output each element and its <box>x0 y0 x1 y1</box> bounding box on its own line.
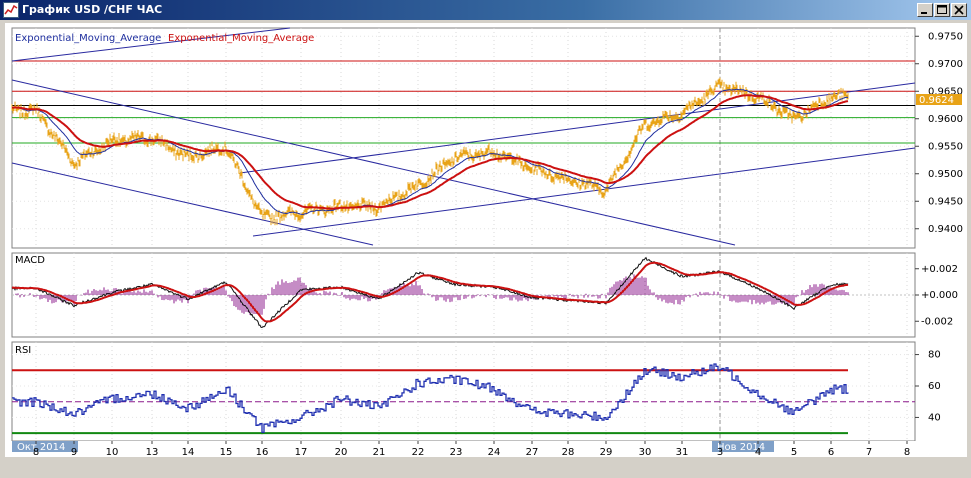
rsi-ytick-label: 60 <box>928 381 941 392</box>
x-tick-label: 3 <box>717 447 723 457</box>
price-ytick-label: 0.9500 <box>928 169 963 180</box>
x-tick-label: 29 <box>600 447 613 457</box>
chart-window: График USD /CHF ЧАС 0.9750 0.9700 0.9650 0.… <box>0 0 971 478</box>
window-title: График USD /CHF ЧАС <box>22 3 163 16</box>
price-ytick-label: 0.9400 <box>928 224 963 235</box>
x-tick-label: 22 <box>412 447 425 457</box>
price-ytick-label: 0.9750 <box>928 31 963 42</box>
x-tick-label: 13 <box>146 447 159 457</box>
x-tick-label: 4 <box>755 447 761 457</box>
legend-fast-ema: Exponential_Moving_Average <box>15 33 161 44</box>
price-ytick-label: 0.9700 <box>928 59 963 70</box>
price-ytick-label: 0.9600 <box>928 114 963 125</box>
x-tick-label: 5 <box>791 447 797 457</box>
legend-slow-ema: Exponential_Moving_Average <box>168 33 314 44</box>
close-icon <box>954 5 964 15</box>
x-tick-label: 23 <box>450 447 463 457</box>
x-tick-label: 6 <box>828 447 834 457</box>
month-label-oct: Окт 2014 <box>17 442 65 453</box>
minimize-button[interactable] <box>917 3 933 17</box>
price-ytick-label: 0.9450 <box>928 196 963 207</box>
macd-ytick-label: -0.002 <box>921 316 953 327</box>
macd-title: MACD <box>15 255 45 266</box>
rsi-title: RSI <box>15 345 31 356</box>
x-tick-label: 17 <box>295 447 308 457</box>
x-tick-label: 9 <box>71 447 77 457</box>
chart-app-icon <box>3 2 19 18</box>
x-tick-label: 8 <box>904 447 910 457</box>
x-tick-label: 20 <box>335 447 348 457</box>
x-tick-label: 14 <box>182 447 195 457</box>
price-ytick-label: 0.9550 <box>928 141 963 152</box>
x-tick-label: 16 <box>256 447 269 457</box>
x-tick-label: 24 <box>488 447 501 457</box>
macd-ytick-label: +0.000 <box>921 290 958 301</box>
rsi-ytick-label: 40 <box>928 412 941 423</box>
maximize-button[interactable] <box>934 3 950 17</box>
x-tick-label: 28 <box>562 447 575 457</box>
x-tick-label: 10 <box>106 447 119 457</box>
x-tick-label: 31 <box>676 447 689 457</box>
current-price-label: 0.9624 <box>919 95 954 106</box>
x-tick-label: 27 <box>526 447 539 457</box>
x-tick-label: 30 <box>639 447 652 457</box>
macd-ytick-label: +0.002 <box>921 264 958 275</box>
x-tick-label: 21 <box>373 447 386 457</box>
x-tick-label: 8 <box>33 447 39 457</box>
maximize-icon <box>937 5 947 14</box>
x-tick-label: 15 <box>220 447 233 457</box>
rsi-ytick-label: 80 <box>928 350 941 361</box>
x-tick-label: 7 <box>866 447 872 457</box>
minimize-icon <box>921 12 927 14</box>
chart-area[interactable]: 0.9750 0.9700 0.9650 0.9600 0.9550 0.9500 0.94… <box>5 23 967 458</box>
close-button[interactable] <box>951 3 967 17</box>
title-bar[interactable]: График USD /CHF ЧАС <box>0 0 971 20</box>
chart-canvas[interactable]: 0.97500.97000.96500.96000.95500.95000.94… <box>5 23 967 458</box>
